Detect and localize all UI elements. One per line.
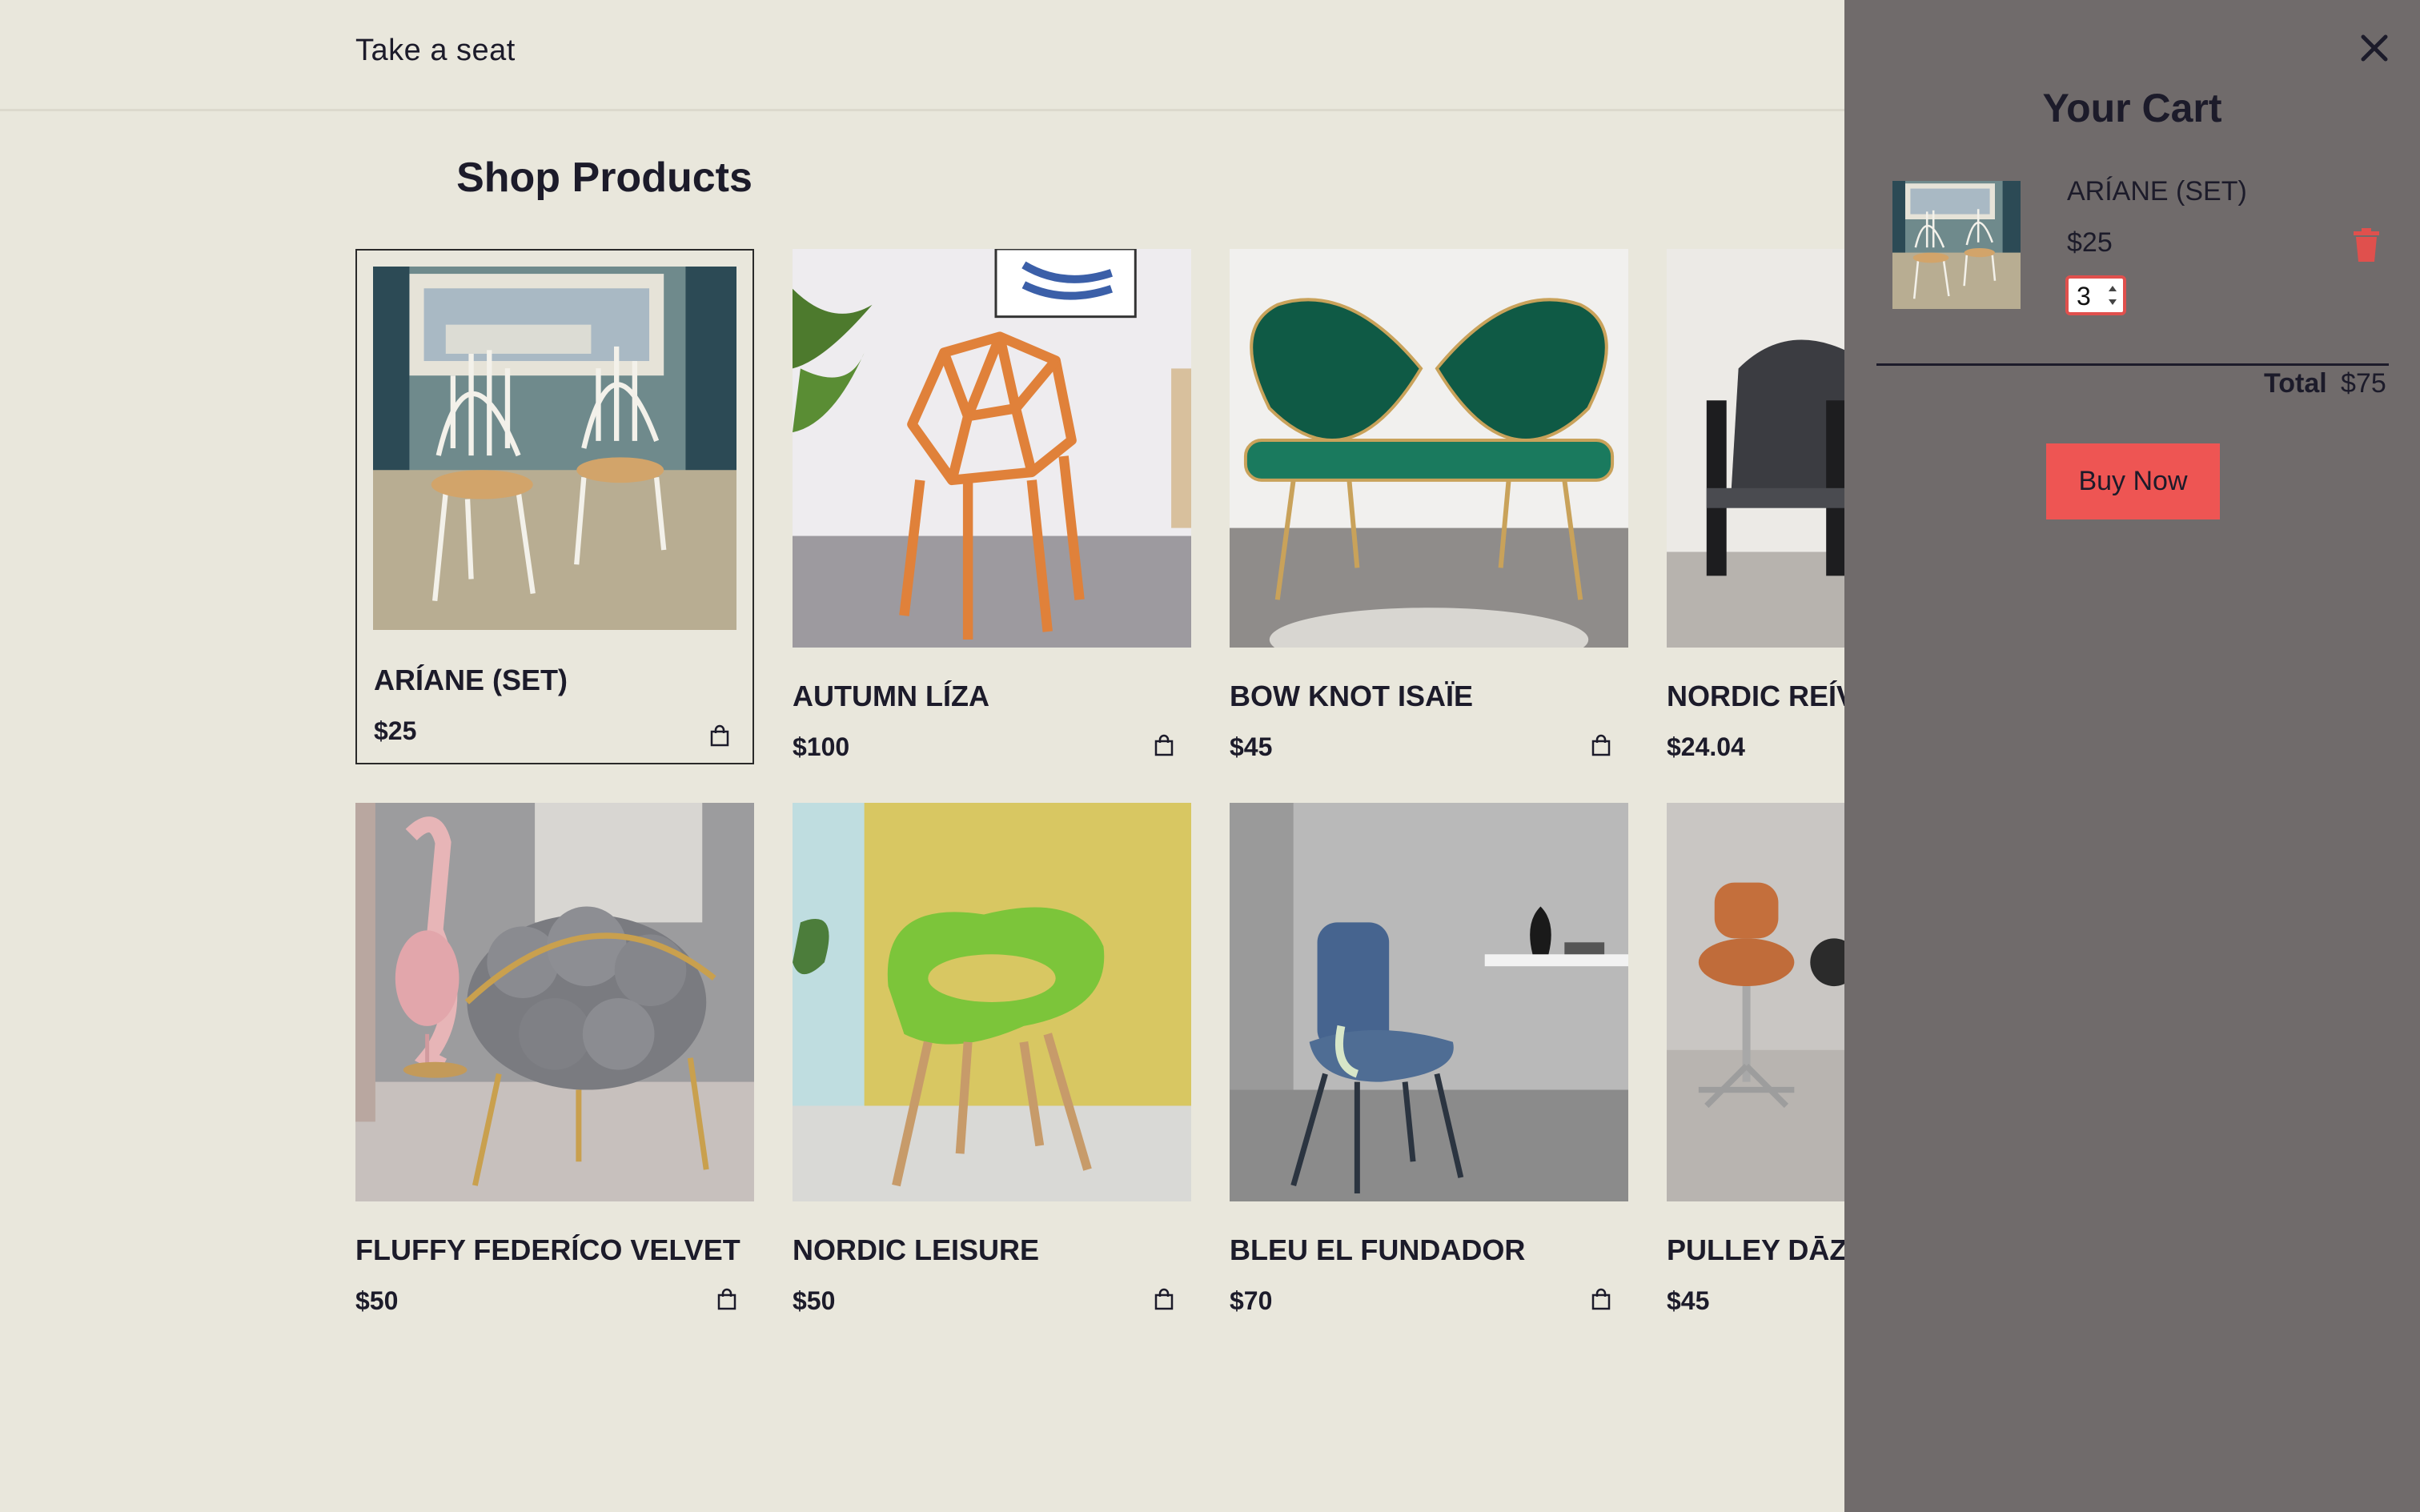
- shopping-bag-icon[interactable]: [1154, 1288, 1174, 1310]
- product-name[interactable]: PULLEY DĀZĒ: [1667, 1233, 1866, 1267]
- quantity-value[interactable]: 3: [2077, 282, 2091, 311]
- product-card[interactable]: FLUFFY FEDERÍCO VELVET $50: [355, 803, 754, 1318]
- product-price: $25: [374, 716, 417, 745]
- product-card[interactable]: NORDIC LEISURE $50: [793, 803, 1191, 1318]
- brand-title[interactable]: Take a seat: [355, 34, 516, 68]
- trash-icon[interactable]: [2352, 227, 2381, 263]
- product-name[interactable]: FLUFFY FEDERÍCO VELVET: [355, 1233, 740, 1267]
- total-label: Total: [2264, 368, 2327, 399]
- product-name[interactable]: ARÍANE (SET): [374, 664, 568, 697]
- product-card[interactable]: ARÍANE (SET) $25: [355, 249, 754, 764]
- product-price: $50: [793, 1286, 836, 1315]
- product-card[interactable]: BOW KNOT ISAÏE $45: [1230, 249, 1628, 764]
- cart-divider: [1876, 363, 2389, 366]
- product-image[interactable]: [1230, 249, 1628, 648]
- product-name[interactable]: BOW KNOT ISAÏE: [1230, 680, 1473, 713]
- close-icon[interactable]: [2355, 29, 2394, 67]
- product-price: $70: [1230, 1286, 1273, 1315]
- product-card[interactable]: BLEU EL FUNDADOR $70: [1230, 803, 1628, 1318]
- cart-item-price: $25: [2067, 227, 2113, 258]
- product-price: $45: [1667, 1286, 1710, 1315]
- product-name[interactable]: NORDIC LEISURE: [793, 1233, 1039, 1267]
- product-card[interactable]: AUTUMN LÍZA $100: [793, 249, 1191, 764]
- product-image[interactable]: [373, 267, 736, 630]
- cart-title: Your Cart: [2042, 86, 2222, 130]
- total-value: $75: [2341, 368, 2386, 399]
- product-image[interactable]: [793, 249, 1191, 648]
- product-price: $100: [793, 732, 850, 761]
- spinner-arrows-icon[interactable]: [2107, 282, 2118, 309]
- quantity-stepper[interactable]: 3: [2065, 275, 2126, 315]
- shopping-bag-icon[interactable]: [717, 1288, 736, 1310]
- product-name[interactable]: AUTUMN LÍZA: [793, 680, 989, 713]
- shopping-bag-icon[interactable]: [1154, 734, 1174, 756]
- product-image[interactable]: [1230, 803, 1628, 1201]
- buy-now-button[interactable]: Buy Now: [2046, 443, 2220, 519]
- product-price: $45: [1230, 732, 1273, 761]
- shopping-bag-icon[interactable]: [710, 724, 729, 747]
- cart-item-name: ARÍANE (SET): [2067, 176, 2247, 207]
- shopping-bag-icon[interactable]: [1591, 1288, 1611, 1310]
- page-title: Shop Products: [456, 154, 752, 201]
- product-price: $24.04: [1667, 732, 1745, 761]
- product-name[interactable]: NORDIC REÍV: [1667, 680, 1856, 713]
- top-header: Take a seat: [0, 0, 1844, 111]
- cart-item-image: [1892, 181, 2021, 309]
- product-image[interactable]: [793, 803, 1191, 1201]
- product-price: $50: [355, 1286, 399, 1315]
- product-name[interactable]: BLEU EL FUNDADOR: [1230, 1233, 1525, 1267]
- page: Take a seat Shop Products ARÍANE (SET) $…: [0, 0, 2420, 1512]
- product-image[interactable]: [355, 803, 754, 1201]
- shopping-bag-icon[interactable]: [1591, 734, 1611, 756]
